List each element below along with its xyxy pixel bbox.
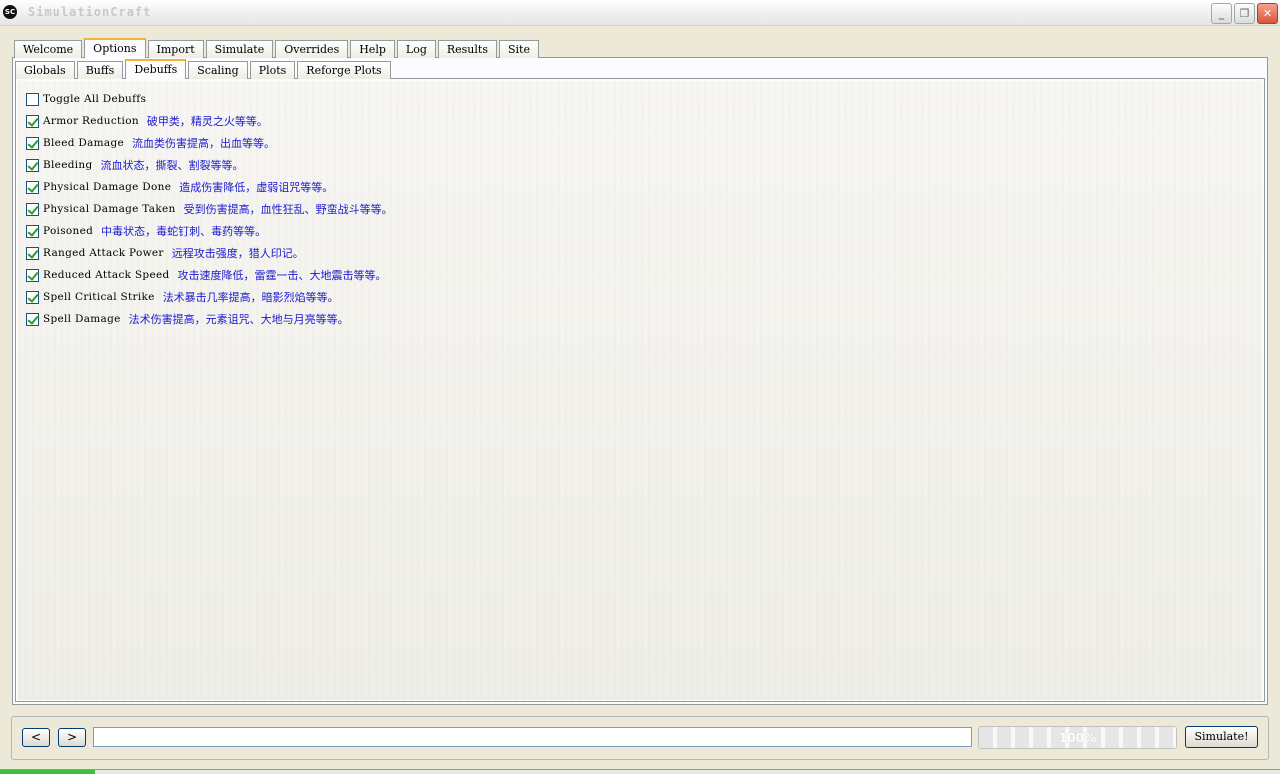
tab-options[interactable]: Options [84,38,146,58]
debuff-option-row[interactable]: Ranged Attack Power 远程攻击强度，猎人印记。 [26,242,393,264]
debuff-checkbox[interactable] [26,114,39,128]
debuff-description: 中毒状态，毒蛇钉刺、毒药等等。 [101,225,267,238]
tab-results[interactable]: Results [437,40,497,58]
debuff-description: 法术伤害提高，元素诅咒、大地与月亮等等。 [128,313,349,326]
debuff-description: 流血状态，撕裂、割裂等等。 [100,159,244,172]
debuff-checkbox[interactable] [26,224,39,238]
debuff-option-row[interactable]: Physical Damage Taken 受到伤害提高，血性狂乱、野蛮战斗等等。 [26,198,393,220]
taskbar-strip [0,769,1280,774]
debuff-list: Toggle All Debuffs Armor Reduction 破甲类，精灵之… [26,88,393,330]
debuff-checkbox[interactable] [26,290,39,304]
debuff-description: 破甲类，精灵之火等等。 [146,115,268,128]
debuff-label[interactable]: Bleed Damage [43,137,124,149]
debuff-label[interactable]: Physical Damage Taken [43,203,176,215]
debuff-option-row[interactable]: Spell Critical Strike 法术暴击几率提高，暗影烈焰等等。 [26,286,393,308]
subtab-globals[interactable]: Globals [15,61,75,79]
debuff-option-row[interactable]: Toggle All Debuffs [26,88,393,110]
debuff-label[interactable]: Poisoned [43,225,93,237]
debuff-label[interactable]: Spell Damage [43,313,121,325]
debuff-description: 攻击速度降低，雷霆一击、大地震击等等。 [177,269,387,282]
subtab-buffs[interactable]: Buffs [76,61,124,79]
simulate-button[interactable]: Simulate! [1185,726,1258,748]
debuff-label[interactable]: Ranged Attack Power [43,247,164,259]
debuff-checkbox[interactable] [26,202,39,216]
tab-overrides[interactable]: Overrides [275,40,349,58]
tab-simulate[interactable]: Simulate [205,40,274,58]
debuff-description: 造成伤害降低，虚弱诅咒等等。 [179,181,334,194]
back-button[interactable]: < [22,728,50,747]
app-logo-icon: SC [3,5,17,19]
window-title: SimulationCraft [28,5,152,19]
debuff-option-row[interactable]: Bleeding 流血状态，撕裂、割裂等等。 [26,154,393,176]
progress-text: 100% [1058,731,1097,745]
tab-log[interactable]: Log [396,40,436,58]
forward-button[interactable]: > [58,728,86,747]
debuff-option-row[interactable]: Armor Reduction 破甲类，精灵之火等等。 [26,110,393,132]
debuff-checkbox[interactable] [26,158,39,172]
debuff-description: 法术暴击几率提高，暗影烈焰等等。 [162,291,339,304]
title-bar: SC SimulationCraft _ ❐ ✕ [0,0,1280,26]
debuff-label[interactable]: Reduced Attack Speed [43,269,170,281]
debuff-label[interactable]: Spell Critical Strike [43,291,155,303]
debuff-checkbox[interactable] [26,268,39,282]
subtab-reforge-plots[interactable]: Reforge Plots [297,61,391,79]
subtab-debuffs[interactable]: Debuffs [125,59,187,79]
subtab-plots[interactable]: Plots [249,61,296,79]
debuff-checkbox[interactable] [26,312,39,326]
minimize-button[interactable]: _ [1211,3,1232,24]
debuff-option-row[interactable]: Reduced Attack Speed 攻击速度降低，雷霆一击、大地震击等等。 [26,264,393,286]
debuff-option-row[interactable]: Physical Damage Done 造成伤害降低，虚弱诅咒等等。 [26,176,393,198]
debuff-option-row[interactable]: Poisoned 中毒状态，毒蛇钉刺、毒药等等。 [26,220,393,242]
command-input[interactable] [93,727,972,747]
tab-welcome[interactable]: Welcome [14,40,83,58]
debuff-checkbox[interactable] [26,180,39,194]
options-tab-bar: Globals Buffs Debuffs Scaling Plots Reforge P… [15,59,393,79]
tab-import[interactable]: Import [147,40,204,58]
debuff-label[interactable]: Bleeding [43,159,92,171]
debuff-checkbox[interactable] [26,246,39,260]
debuff-checkbox[interactable] [26,92,39,106]
debuff-description: 远程攻击强度，猎人印记。 [171,247,304,260]
debuff-description: 流血类伤害提高，出血等等。 [132,137,275,150]
debuff-checkbox[interactable] [26,136,39,150]
maximize-button[interactable]: ❐ [1234,3,1255,24]
tab-help[interactable]: Help [350,40,395,58]
subtab-scaling[interactable]: Scaling [188,61,248,79]
debuff-label[interactable]: Physical Damage Done [43,181,171,193]
debuff-option-row[interactable]: Spell Damage 法术伤害提高，元素诅咒、大地与月亮等等。 [26,308,393,330]
debuff-option-row[interactable]: Bleed Damage 流血类伤害提高，出血等等。 [26,132,393,154]
progress-bar: 100% [978,726,1177,749]
debuff-label[interactable]: Toggle All Debuffs [43,93,146,105]
close-button[interactable]: ✕ [1257,3,1278,24]
tab-site[interactable]: Site [498,40,539,58]
debuff-description: 受到伤害提高，血性狂乱、野蛮战斗等等。 [183,203,393,216]
debuff-label[interactable]: Armor Reduction [43,115,139,127]
main-tab-bar: Welcome Options Import Simulate Overrides Hel… [14,38,541,58]
